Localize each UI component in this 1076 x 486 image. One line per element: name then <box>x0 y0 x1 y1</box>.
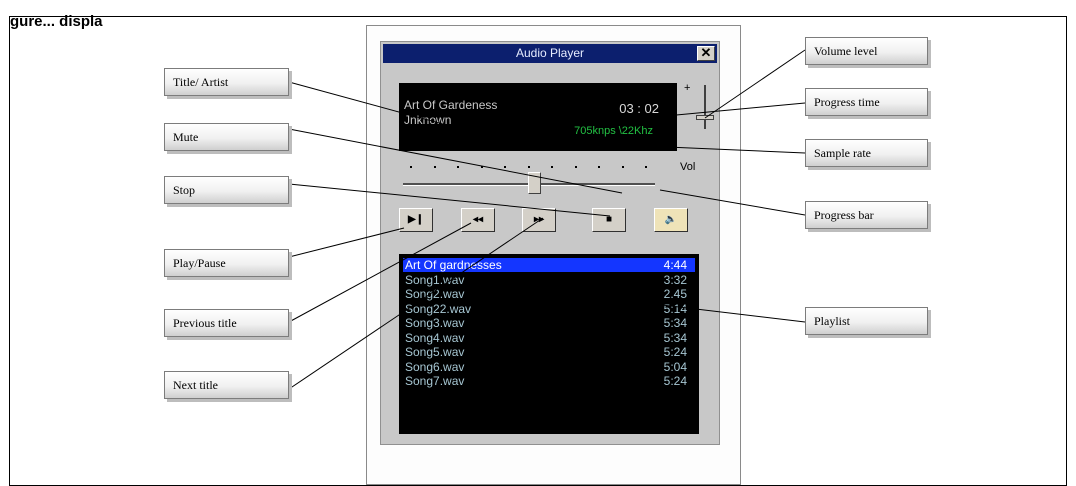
callout-mute: Mute <box>164 123 289 151</box>
playlist-row[interactable]: Song6.wav 5:04 <box>403 360 695 374</box>
playlist-song-name: Song22.wav <box>405 301 472 316</box>
progress-tick <box>480 166 483 168</box>
audio-player-window: Audio Player ✕ Art Of Gardeness Jnknown … <box>380 41 720 445</box>
callout-play-pause: Play/Pause <box>164 249 289 277</box>
playlist-song-name: Song4.wav <box>405 330 465 345</box>
stop-button[interactable]: ■ <box>592 208 626 232</box>
volume-plus-label: + <box>684 82 691 94</box>
sample-rate: 705knps \22Khz <box>574 125 653 137</box>
window-title: Audio Player <box>515 46 585 60</box>
playlist-song-name: Song3.wav <box>405 316 465 330</box>
playlist-song-duration: 4:44 <box>663 258 687 272</box>
previous-button[interactable]: ◂◂ <box>461 208 495 232</box>
playlist-row[interactable]: Song7.wav 5:24 <box>403 374 695 388</box>
play-pause-button[interactable]: ▶❙ <box>399 208 433 232</box>
progress-knob[interactable] <box>528 172 542 194</box>
volume-knob[interactable] <box>696 115 714 120</box>
playlist-song-name: Song2.wav <box>405 287 465 301</box>
playlist-row[interactable]: Art Of gardnesses 4:44 <box>403 258 695 272</box>
progress-tick <box>574 166 577 168</box>
playlist-row[interactable]: Song5.wav 5:24 <box>403 345 695 359</box>
progress-tick <box>645 166 647 168</box>
callout-stop: Stop <box>164 176 289 204</box>
callout-sample-rate: Sample rate <box>805 139 928 167</box>
callout-volume-level: Volume level <box>805 37 928 65</box>
track-artist: Jnknown <box>404 113 452 127</box>
volume-track[interactable] <box>704 85 706 129</box>
progress-tick <box>457 166 459 168</box>
progress-tick <box>527 166 530 168</box>
progress-tick <box>410 166 412 168</box>
volume-label: Vol <box>680 161 696 173</box>
progress-tick <box>433 166 436 168</box>
mute-button[interactable]: 🔈 <box>654 208 688 232</box>
next-button[interactable]: ▸▸ <box>522 208 556 232</box>
playlist-song-duration: 2.45 <box>663 287 687 301</box>
playlist-song-duration: 5:24 <box>663 345 687 359</box>
playlist-song-duration: 5:24 <box>663 374 687 388</box>
progress-tick <box>621 166 624 168</box>
playlist-song-duration: 5:14 <box>663 301 687 316</box>
playlist-song-name: Art Of gardnesses <box>405 258 502 272</box>
playlist-row[interactable]: Song22.wav 5:14 <box>403 302 695 316</box>
track-title: Art Of Gardeness <box>404 98 498 112</box>
figure-heading: gure... displa <box>10 13 103 30</box>
window-titlebar: Audio Player ✕ <box>383 44 717 63</box>
playlist-row[interactable]: Song2.wav 2.45 <box>403 287 695 301</box>
progress-time: 03 : 02 <box>619 101 659 116</box>
callout-progress-bar: Progress bar <box>805 201 928 229</box>
playlist-song-duration: 3:32 <box>663 272 687 287</box>
playlist-song-name: Song1.wav <box>405 272 465 287</box>
playlist-song-name: Song5.wav <box>405 345 465 359</box>
playlist-song-duration: 5:34 <box>663 330 687 345</box>
playlist-row[interactable]: Song1.wav 3:32 <box>403 273 695 287</box>
callout-title-artist: Title/ Artist <box>164 68 289 96</box>
callout-next-title: Next title <box>164 371 289 399</box>
progress-tick <box>504 166 506 168</box>
playlist-song-name: Song7.wav <box>405 374 465 388</box>
playlist-row[interactable]: Song3.wav 5:34 <box>403 316 695 330</box>
playlist-row[interactable]: Song4.wav 5:34 <box>403 331 695 345</box>
track-display: Art Of Gardeness Jnknown 03 : 02 705knps… <box>399 83 677 151</box>
progress-tick <box>598 166 600 168</box>
callout-previous-title: Previous title <box>164 309 289 337</box>
callout-playlist: Playlist <box>805 307 928 335</box>
playlist-song-name: Song6.wav <box>405 359 465 374</box>
close-button[interactable]: ✕ <box>697 46 715 61</box>
callout-progress-time: Progress time <box>805 88 928 116</box>
playlist: Art Of gardnesses 4:44 Song1.wav 3:32 Song2.… <box>399 254 699 434</box>
playlist-song-duration: 5:04 <box>663 359 687 374</box>
progress-tick <box>551 166 553 168</box>
playlist-song-duration: 5:34 <box>663 316 687 330</box>
